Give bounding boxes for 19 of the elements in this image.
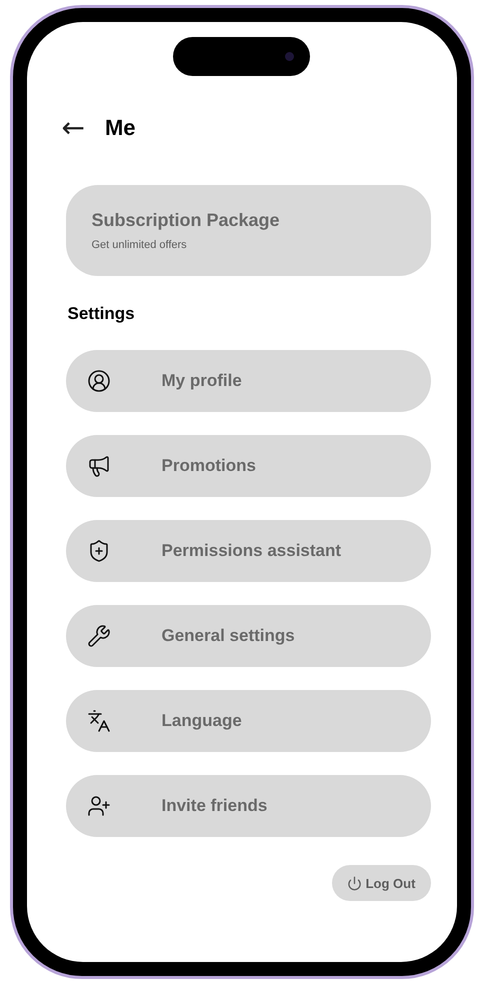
settings-item[interactable]: My profile <box>66 350 430 412</box>
subscription-card[interactable]: Subscription Package Get unlimited offers <box>66 185 430 276</box>
user-icon <box>86 369 112 393</box>
wrench-icon <box>86 624 112 648</box>
settings-item[interactable]: General settings <box>66 605 430 667</box>
add-user-icon <box>86 794 112 818</box>
subscription-subtitle: Get unlimited offers <box>92 239 188 251</box>
section-heading: Settings <box>68 304 136 324</box>
page-title: Me <box>104 115 136 141</box>
settings-item[interactable]: Invite friends <box>66 775 430 837</box>
camera-icon <box>285 52 294 61</box>
settings-item[interactable]: Promotions <box>66 435 430 497</box>
subscription-title: Subscription Package <box>92 210 281 231</box>
translate-icon <box>86 709 112 733</box>
settings-item[interactable]: Language <box>66 690 430 752</box>
settings-item[interactable]: Permissions assistant <box>66 520 430 582</box>
power-icon <box>346 876 362 890</box>
logout-button[interactable]: Log Out <box>332 865 430 901</box>
back-button[interactable]: ← <box>62 114 85 142</box>
